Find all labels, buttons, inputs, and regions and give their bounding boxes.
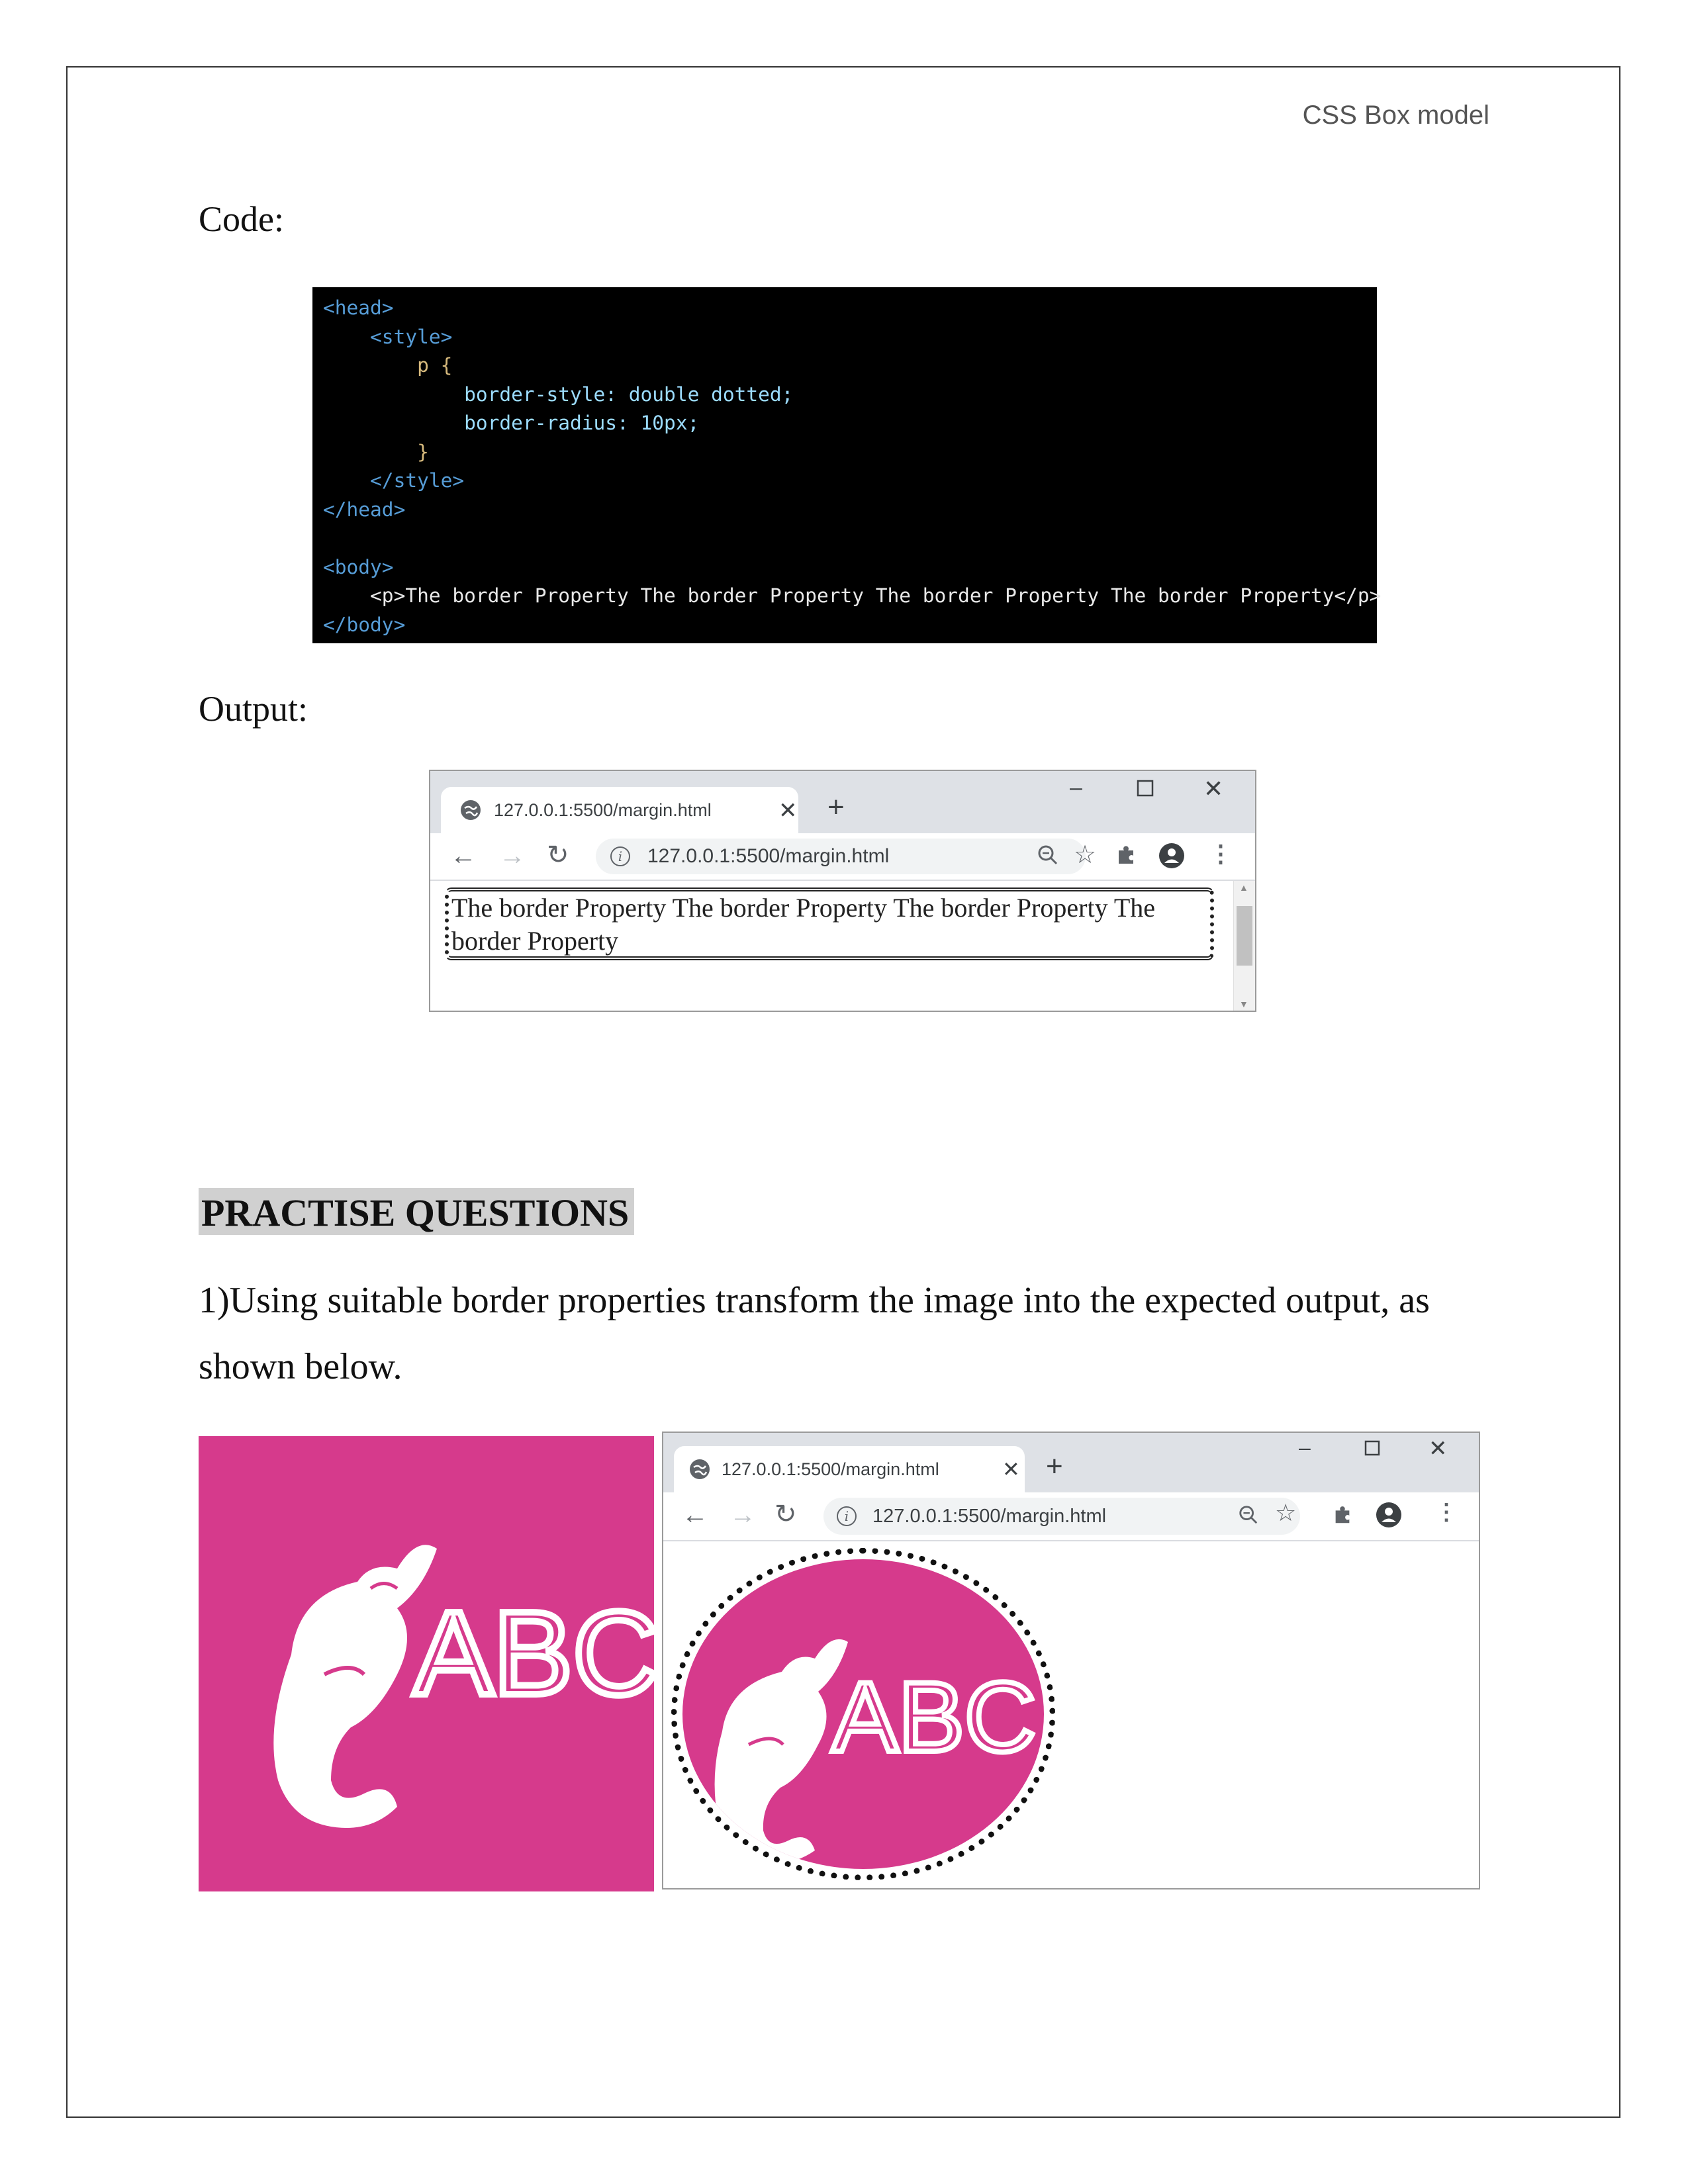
puzzle-icon[interactable] (1115, 844, 1137, 870)
browser-toolbar: ← → ↻ i 127.0.0.1:5500/margin.html ☆ ⋮ (430, 833, 1255, 881)
plus-icon[interactable]: + (827, 791, 845, 824)
tab-bar: 127.0.0.1:5500/margin.html ✕ + – ✕ (430, 771, 1255, 833)
abc-logo-image: ABC (199, 1436, 662, 1891)
arrow-left-icon[interactable]: ← (682, 1500, 708, 1530)
minimize-icon[interactable]: – (1070, 775, 1082, 801)
scroll-thumb[interactable] (1237, 906, 1252, 966)
code-line: <p>The border Property The border Proper… (323, 584, 1382, 607)
zoom-icon[interactable] (1037, 844, 1059, 870)
address-bar[interactable]: i 127.0.0.1:5500/margin.html (596, 839, 1086, 874)
reload-icon[interactable]: ↻ (547, 840, 569, 870)
url-text: 127.0.0.1:5500/margin.html (872, 1505, 1107, 1527)
browser-tab[interactable]: 127.0.0.1:5500/margin.html ✕ (441, 787, 798, 833)
globe-icon (461, 800, 481, 820)
output-label: Output: (199, 689, 308, 729)
circle-logo-image: ABC (671, 1548, 1055, 1880)
browser-tab[interactable]: 127.0.0.1:5500/margin.html ✕ (674, 1446, 1025, 1492)
star-icon[interactable]: ☆ (1074, 840, 1096, 870)
browser-toolbar: ← → ↻ i 127.0.0.1:5500/margin.html ☆ ⋮ (663, 1492, 1479, 1541)
code-line: </style> (323, 469, 465, 492)
page-viewport: ABC (663, 1541, 1479, 1888)
running-header: CSS Box model (1302, 101, 1489, 130)
logo-text: ABC (414, 1587, 654, 1720)
code-line: <head> (323, 296, 394, 319)
info-icon[interactable]: i (610, 846, 630, 866)
maximize-icon[interactable] (1364, 1439, 1381, 1460)
plus-icon[interactable]: + (1046, 1450, 1063, 1483)
address-bar[interactable]: i 127.0.0.1:5500/margin.html (823, 1498, 1300, 1535)
close-icon[interactable]: ✕ (778, 797, 798, 824)
code-line: border-radius: 10px; (323, 412, 700, 434)
arrow-right-icon[interactable]: → (499, 841, 526, 871)
elephant-icon (273, 1545, 437, 1828)
url-text: 127.0.0.1:5500/margin.html (647, 845, 890, 867)
code-line: p { (323, 354, 453, 377)
kebab-menu-icon[interactable]: ⋮ (1209, 840, 1233, 868)
globe-icon (690, 1459, 710, 1479)
arrow-left-icon[interactable]: ← (450, 841, 477, 871)
tab-title: 127.0.0.1:5500/margin.html (722, 1459, 939, 1479)
browser-window-expected: 127.0.0.1:5500/margin.html ✕ + – ✕ ← → ↻… (662, 1432, 1480, 1889)
practise-heading: PRACTISE QUESTIONS (199, 1188, 635, 1235)
question-1: 1)Using suitable border properties trans… (199, 1280, 1430, 1387)
star-icon[interactable]: ☆ (1275, 1499, 1296, 1527)
puzzle-icon[interactable] (1332, 1504, 1353, 1529)
scroll-up-icon[interactable]: ▲ (1239, 882, 1248, 893)
kebab-menu-icon[interactable]: ⋮ (1435, 1499, 1458, 1525)
logo-text: ABC (832, 1661, 1036, 1772)
code-line: </body> (323, 613, 406, 636)
close-window-icon[interactable]: ✕ (1429, 1435, 1448, 1462)
code-line: </head> (323, 498, 406, 521)
code-line: <body> (323, 555, 394, 578)
close-icon[interactable]: ✕ (1002, 1457, 1020, 1482)
demo-paragraph: The border Property The border Property … (445, 887, 1214, 960)
code-block: <head> <style> p { border-style: double … (312, 287, 1382, 643)
code-line: border-style: double dotted; (323, 383, 794, 406)
tab-title: 127.0.0.1:5500/margin.html (494, 799, 712, 820)
minimize-icon[interactable]: – (1299, 1435, 1311, 1460)
tab-bar: 127.0.0.1:5500/margin.html ✕ + – ✕ (663, 1433, 1479, 1492)
scrollbar[interactable]: ▲ ▼ (1233, 881, 1255, 1011)
info-icon[interactable]: i (837, 1506, 857, 1526)
zoom-icon[interactable] (1238, 1504, 1259, 1529)
code-label: Code: (199, 199, 284, 239)
profile-icon[interactable] (1376, 1502, 1402, 1531)
profile-icon[interactable] (1158, 842, 1185, 872)
maximize-icon[interactable] (1136, 779, 1154, 801)
scroll-down-icon[interactable]: ▼ (1239, 999, 1248, 1009)
arrow-right-icon[interactable]: → (729, 1500, 756, 1530)
circle-logo-fill: ABC (682, 1559, 1044, 1869)
code-line: <style> (323, 325, 453, 348)
elephant-icon (714, 1639, 848, 1864)
reload-icon[interactable]: ↻ (774, 1499, 797, 1529)
code-line: } (323, 440, 429, 463)
page-viewport: The border Property The border Property … (430, 881, 1255, 1011)
browser-window-output: 127.0.0.1:5500/margin.html ✕ + – ✕ ← → ↻… (429, 770, 1256, 1012)
close-window-icon[interactable]: ✕ (1203, 775, 1223, 803)
